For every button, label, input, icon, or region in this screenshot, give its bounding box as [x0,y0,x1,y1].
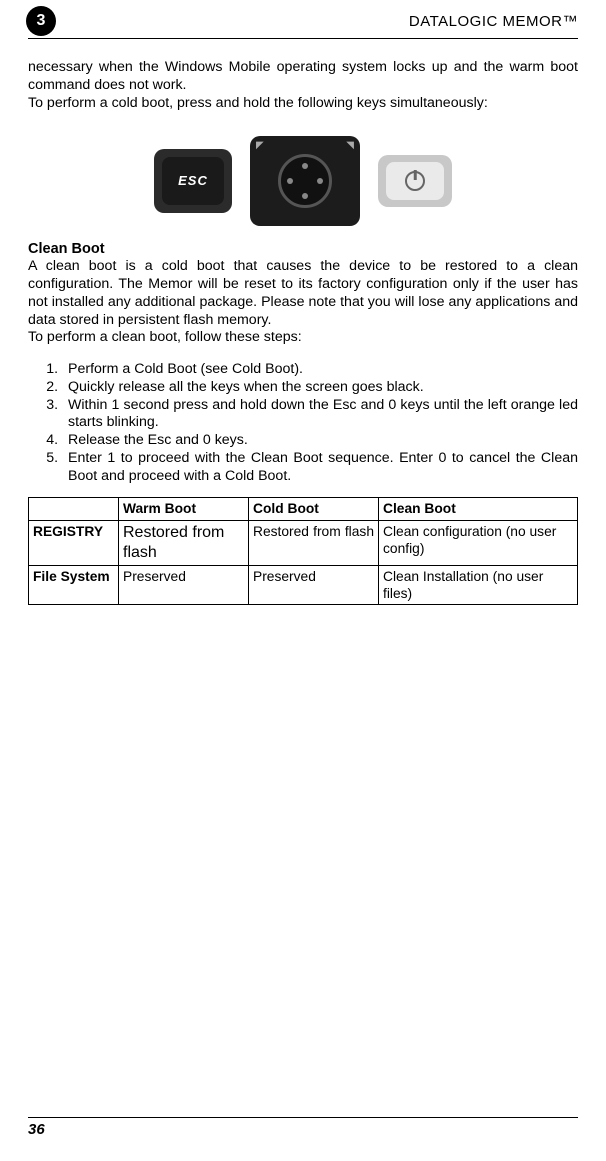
step-item: Enter 1 to proceed with the Clean Boot s… [62,450,578,486]
row-label: File System [33,569,110,584]
boot-comparison-table: Warm Boot Cold Boot Clean Boot REGISTRY … [28,497,578,605]
intro-paragraph-2: To perform a cold boot, press and hold t… [28,95,578,113]
nav-dot-icon [317,178,323,184]
nav-dot-icon [302,193,308,199]
nav-arrow-icon: ◥ [346,140,354,153]
nav-dot-icon [287,178,293,184]
step-item: Perform a Cold Boot (see Cold Boot). [62,361,578,379]
chapter-number: 3 [37,12,46,30]
esc-key-icon: ESC [154,149,232,213]
row-label: REGISTRY [33,524,103,539]
key-combination-figure: ESC ◤ ◥ [28,136,578,226]
table-row: REGISTRY Restored from flash Restored fr… [29,520,578,565]
clean-boot-paragraph-1: A clean boot is a cold boot that causes … [28,258,578,329]
clean-boot-heading: Clean Boot [28,240,578,258]
nav-arrow-icon: ◤ [256,140,264,153]
content-body: necessary when the Windows Mobile operat… [28,39,578,605]
clean-boot-steps: Perform a Cold Boot (see Cold Boot). Qui… [28,361,578,485]
page-footer: 36 [28,1117,578,1139]
table-cell: Clean configuration (no user config) [379,520,578,565]
table-row: File System Preserved Preserved Clean In… [29,565,578,604]
chapter-badge: 3 [26,6,56,36]
step-item: Quickly release all the keys when the sc… [62,379,578,397]
table-header-cell [29,498,119,520]
header-title: DATALOGIC MEMOR™ [56,13,578,30]
table-cell: Clean Installation (no user files) [379,565,578,604]
table-header-cell: Clean Boot [379,498,578,520]
intro-paragraph-1: necessary when the Windows Mobile operat… [28,59,578,95]
table-cell: Preserved [249,565,379,604]
navigation-pad-icon: ◤ ◥ [250,136,360,226]
page: 3 DATALOGIC MEMOR™ necessary when the Wi… [0,0,606,1161]
clean-boot-paragraph-2: To perform a clean boot, follow these st… [28,329,578,347]
nav-dot-icon [302,163,308,169]
table-cell-label: File System [29,565,119,604]
table-cell: Restored from flash [119,520,249,565]
esc-key-label: ESC [178,173,208,189]
page-number: 36 [28,1121,45,1138]
power-symbol-icon [405,171,425,191]
table-cell: Preserved [119,565,249,604]
step-item: Release the Esc and 0 keys. [62,432,578,450]
table-header-row: Warm Boot Cold Boot Clean Boot [29,498,578,520]
power-key-icon [378,155,452,207]
page-header: 3 DATALOGIC MEMOR™ [28,0,578,39]
table-header-cell: Cold Boot [249,498,379,520]
step-item: Within 1 second press and hold down the … [62,397,578,433]
nav-circle-icon [278,154,332,208]
table-cell-label: REGISTRY [29,520,119,565]
table-header-cell: Warm Boot [119,498,249,520]
table-cell: Restored from flash [249,520,379,565]
